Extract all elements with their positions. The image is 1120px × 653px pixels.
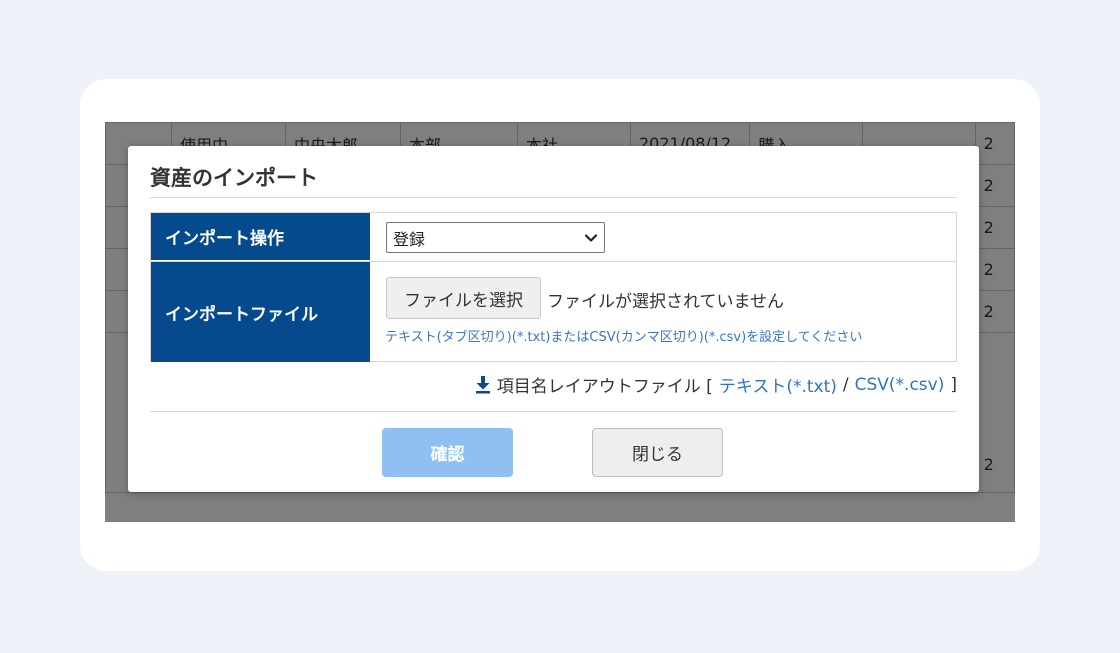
close-button[interactable]: 閉じる — [592, 428, 723, 477]
operation-label: インポート操作 — [151, 213, 370, 261]
import-dialog: 資産のインポート インポート操作 登録 インポートファイル ファイルを選択 ファ… — [128, 146, 979, 492]
file-row: インポートファイル ファイルを選択 ファイルが選択されていません テキスト(タブ… — [151, 262, 956, 362]
dialog-title: 資産のインポート — [150, 166, 318, 190]
layout-file-label: 項目名レイアウトファイル [ — [496, 377, 713, 397]
operation-select[interactable]: 登録 — [386, 222, 605, 253]
layout-csv-link[interactable]: CSV(*.csv) — [855, 375, 945, 395]
file-label: インポートファイル — [151, 262, 370, 362]
title-divider — [150, 197, 957, 198]
import-form: インポート操作 登録 インポートファイル ファイルを選択 ファイルが選択されてい… — [150, 212, 957, 362]
layout-bracket-close: ] — [950, 374, 957, 395]
layout-separator: / — [842, 374, 849, 395]
choose-file-button[interactable]: ファイルを選択 — [386, 277, 541, 319]
layout-file-links: 項目名レイアウトファイル [ テキスト(*.txt) / CSV(*.csv) … — [475, 372, 957, 397]
confirm-button[interactable]: 確認 — [382, 428, 513, 477]
chevron-down-icon — [584, 234, 598, 242]
operation-row: インポート操作 登録 — [151, 213, 956, 262]
layout-txt-link[interactable]: テキスト(*.txt) — [719, 372, 837, 397]
footer-divider — [150, 411, 957, 412]
download-icon — [475, 375, 490, 393]
file-status: ファイルが選択されていません — [547, 292, 784, 312]
file-format-hint: テキスト(タブ区切り)(*.txt)またはCSV(カンマ区切り)(*.csv)を… — [385, 330, 863, 345]
operation-select-value: 登録 — [393, 229, 426, 249]
